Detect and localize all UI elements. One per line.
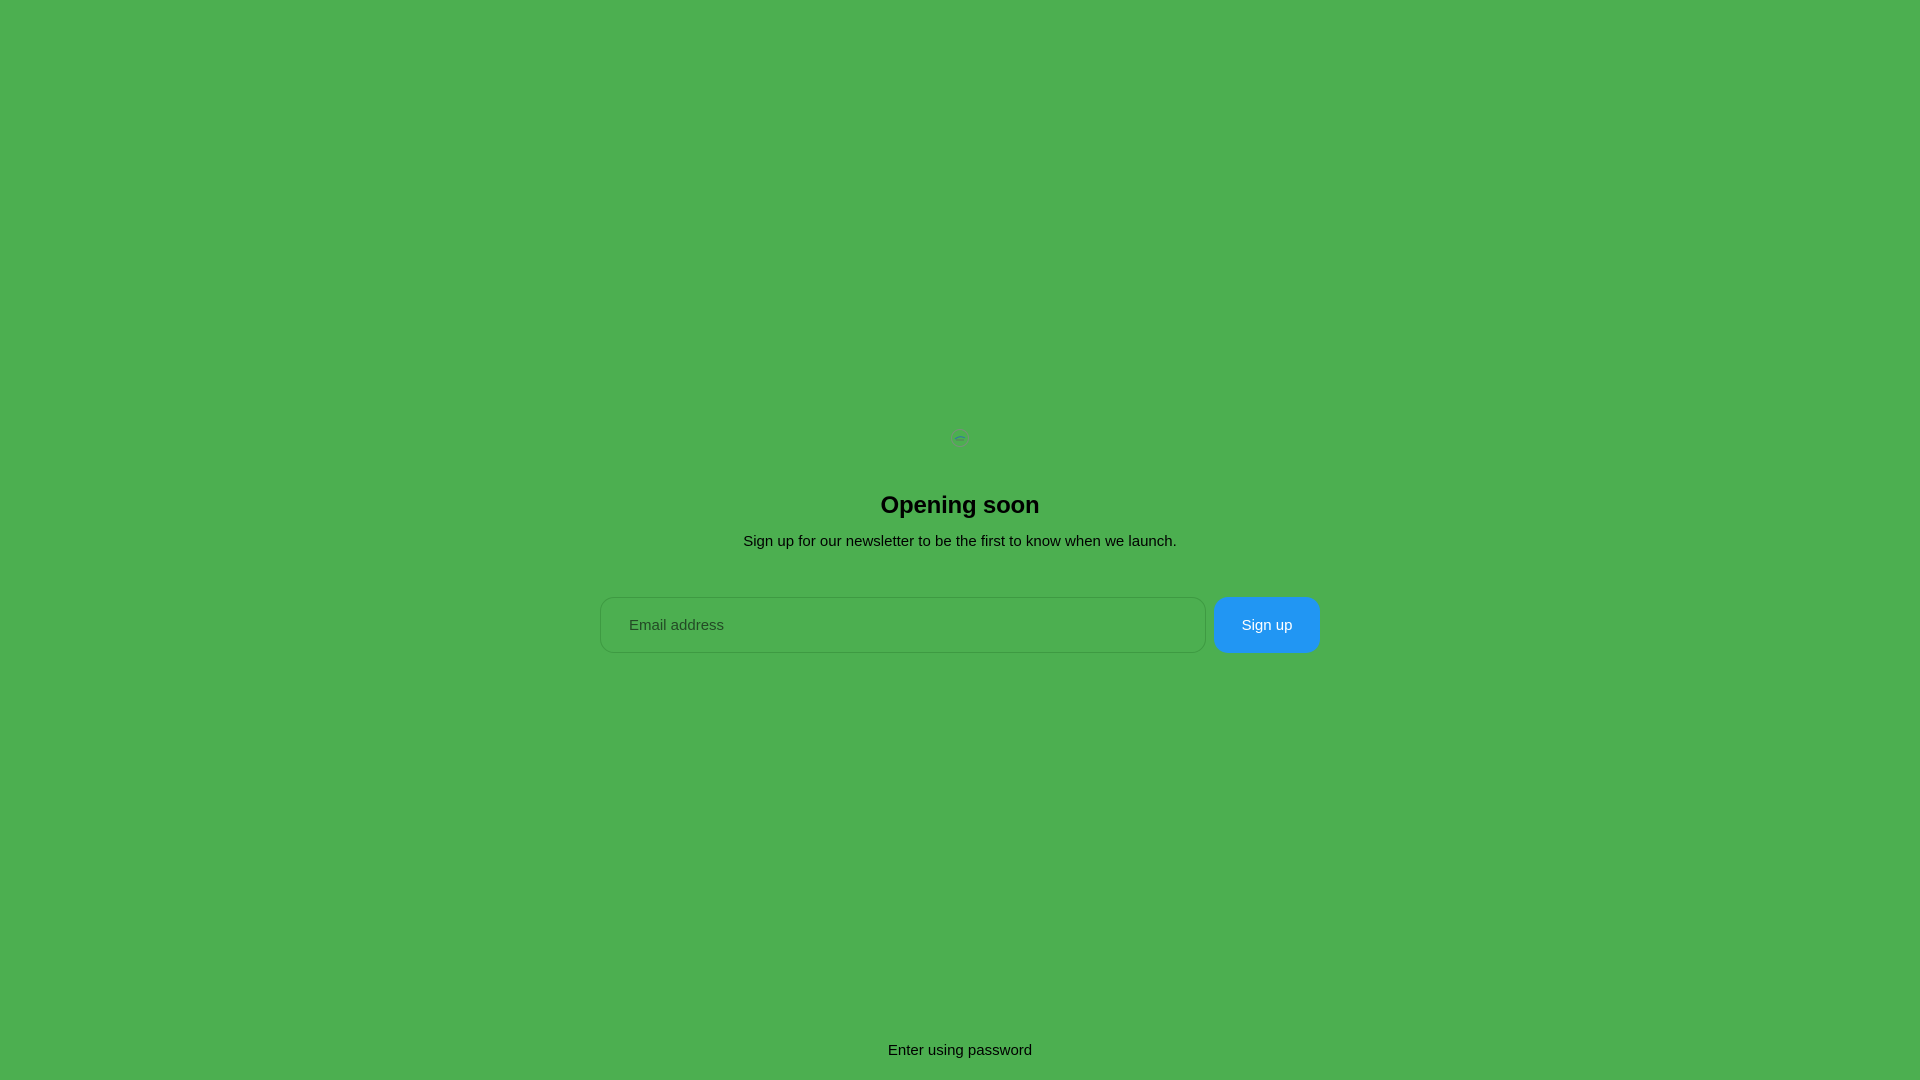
email-input[interactable]	[600, 597, 1206, 653]
signup-button[interactable]: Sign up	[1214, 597, 1320, 653]
page-title: Opening soon	[880, 492, 1040, 519]
enter-password-link[interactable]: Enter using password	[0, 1040, 1920, 1062]
newsletter-form: Sign up	[600, 597, 1320, 653]
store-logo-icon	[950, 428, 970, 448]
page-subtitle: Sign up for our newsletter to be the fir…	[743, 533, 1177, 550]
